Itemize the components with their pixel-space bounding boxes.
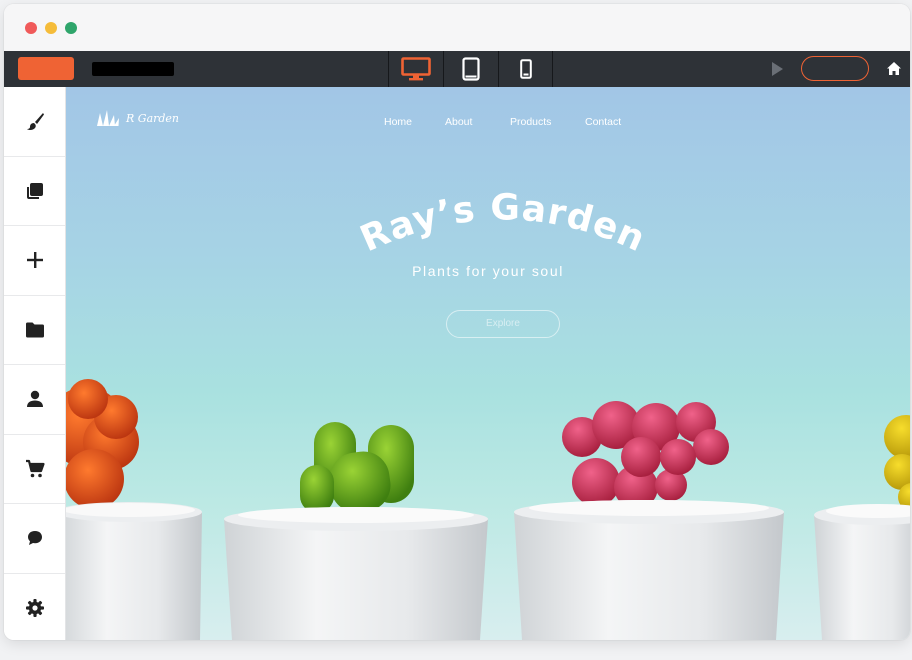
editor-toolbar	[4, 51, 910, 87]
sidebar-item-store[interactable]	[4, 435, 65, 504]
folder-icon	[25, 322, 44, 338]
title-bar	[4, 4, 910, 51]
yellow-cactus	[884, 415, 910, 511]
tablet-view-button[interactable]	[443, 51, 498, 87]
svg-text:Ray’s Garden: Ray’s Garden	[354, 187, 651, 260]
editor-sidebar	[4, 87, 66, 640]
white-pot	[514, 500, 784, 640]
cart-icon	[25, 459, 45, 478]
orange-cactus	[66, 379, 139, 509]
pages-icon	[26, 182, 43, 199]
site-preview-canvas[interactable]: R Garden Home About Products Contact Ray…	[66, 87, 910, 640]
green-cactus	[300, 422, 414, 513]
sidebar-item-chat[interactable]	[4, 504, 65, 574]
desktop-view-button[interactable]	[388, 51, 443, 87]
site-name-field[interactable]	[92, 62, 174, 76]
hero-title: Ray’s Garden	[354, 187, 651, 260]
brush-icon	[26, 113, 44, 131]
sidebar-item-settings[interactable]	[4, 574, 65, 641]
settings-icon	[25, 599, 44, 618]
white-pot	[224, 507, 488, 640]
mobile-icon	[519, 59, 532, 79]
sidebar-item-pages[interactable]	[4, 157, 65, 226]
editor-logo-button[interactable]	[18, 57, 74, 80]
desktop-icon	[401, 57, 431, 81]
sidebar-item-design[interactable]	[4, 87, 65, 157]
pink-cactus	[562, 401, 729, 509]
hero-title-text: Ray’s Garden	[354, 187, 650, 260]
preview-play-icon[interactable]	[772, 62, 783, 76]
maximize-window-button[interactable]	[65, 22, 77, 34]
sidebar-item-add[interactable]	[4, 226, 65, 296]
sidebar-item-media[interactable]	[4, 296, 65, 365]
tablet-icon	[462, 57, 480, 81]
publish-button[interactable]	[801, 56, 869, 81]
home-icon[interactable]	[886, 61, 902, 76]
add-icon	[26, 252, 43, 269]
close-window-button[interactable]	[25, 22, 37, 34]
sidebar-item-account[interactable]	[4, 365, 65, 435]
device-switcher	[388, 51, 553, 87]
minimize-window-button[interactable]	[45, 22, 57, 34]
white-pot	[814, 504, 910, 640]
explore-button[interactable]: Explore	[446, 310, 560, 338]
hero-subtitle: Plants for your soul	[412, 263, 564, 279]
user-icon	[26, 391, 43, 408]
white-pot	[66, 502, 202, 640]
chat-icon	[27, 531, 42, 546]
mobile-view-button[interactable]	[498, 51, 553, 87]
browser-window: R Garden Home About Products Contact Ray…	[4, 4, 910, 640]
